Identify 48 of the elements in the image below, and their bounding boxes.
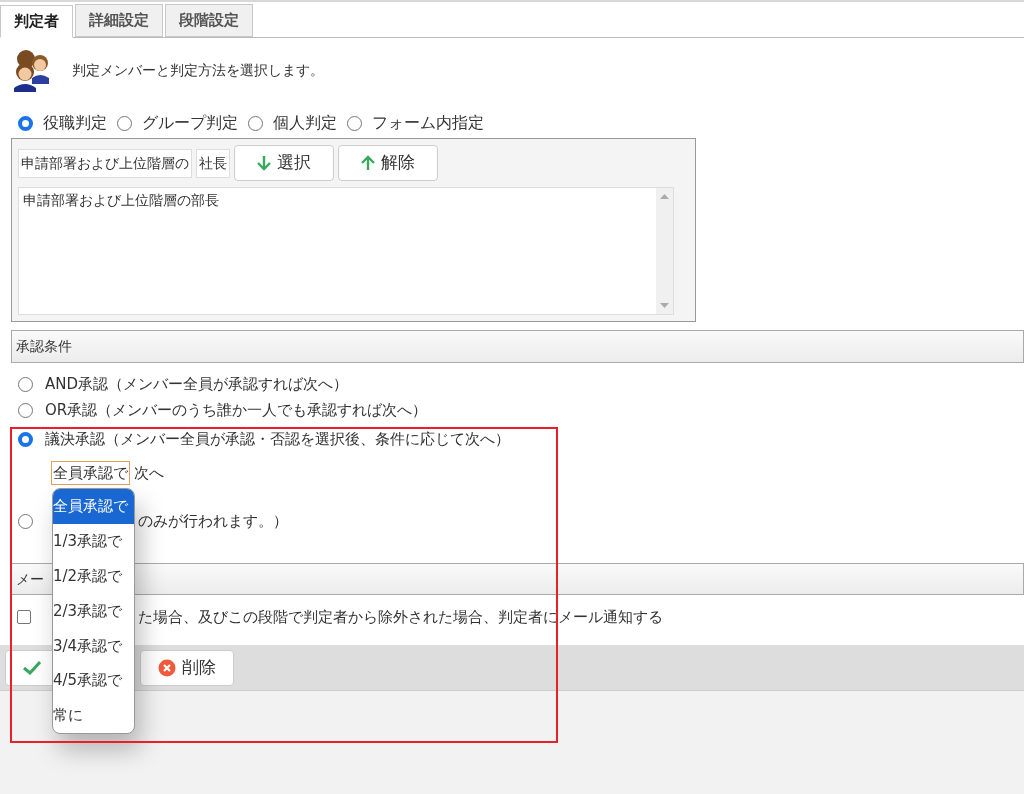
option-label: 議決承認（メンバー全員が承認・否認を選択後、条件に応じて次へ）: [45, 428, 510, 450]
intro-text: 判定メンバーと判定方法を選択します。: [72, 60, 324, 80]
checkbox[interactable]: [17, 610, 31, 624]
radio-button[interactable]: [18, 513, 33, 529]
section-title: 承認条件: [16, 337, 72, 356]
arrow-down-icon: [257, 155, 271, 171]
dropdown-option[interactable]: 1/2承認で: [53, 558, 134, 594]
section-title: メー: [16, 569, 44, 589]
radio-label: フォーム内指定: [372, 112, 484, 134]
list-item[interactable]: 申請部署および上位階層の部長: [23, 190, 652, 211]
option-label: OR承認（メンバーのうち誰か一人でも承認すれば次へ）: [45, 399, 428, 421]
dropdown-option[interactable]: 全員承認で: [53, 489, 134, 524]
option-label: のみが行われます。）: [138, 510, 288, 532]
radio-button[interactable]: [18, 115, 33, 131]
checkbox-label: た場合、及びこの段階で判定者から除外された場合、判定者にメール通知する: [138, 606, 663, 628]
radio-button[interactable]: [18, 376, 33, 392]
radio-button[interactable]: [18, 431, 33, 447]
radio-label: グループ判定: [142, 112, 238, 134]
arrow-up-icon: [361, 155, 375, 171]
radio-label: 個人判定: [273, 112, 337, 134]
radio-button[interactable]: [347, 115, 362, 131]
select-suffix: 次へ: [134, 462, 164, 484]
text-field[interactable]: 申請部署および上位階層の: [18, 148, 192, 178]
dropdown-option[interactable]: 3/4承認で: [53, 628, 134, 664]
scroll-down-icon[interactable]: [660, 303, 669, 308]
dropdown-option[interactable]: 2/3承認で: [53, 593, 134, 629]
condition-select[interactable]: 全員承認で: [51, 460, 130, 486]
dropdown-option[interactable]: 4/5承認で: [53, 663, 134, 699]
radio-button[interactable]: [117, 115, 132, 131]
delete-icon: [158, 658, 176, 677]
radio-label: 役職判定: [43, 112, 107, 134]
dropdown-option[interactable]: 1/3承認で: [53, 523, 134, 559]
people-icon: [12, 48, 52, 92]
tab[interactable]: 判定者: [0, 5, 73, 38]
option-label: AND承認（メンバー全員が承認すれば次へ）: [45, 373, 349, 395]
dropdown-option[interactable]: 常に: [53, 698, 134, 733]
delete-button[interactable]: 削除: [140, 649, 234, 686]
picker-button[interactable]: 選択: [234, 145, 334, 181]
radio-button[interactable]: [248, 115, 263, 131]
member-listbox[interactable]: 申請部署および上位階層の部長: [18, 187, 674, 315]
text-field[interactable]: 社長: [196, 148, 230, 178]
tab[interactable]: 段階設定: [165, 4, 253, 37]
checkmark-icon: [23, 660, 41, 675]
radio-button[interactable]: [18, 402, 33, 418]
tab[interactable]: 詳細設定: [75, 4, 163, 37]
scroll-up-icon[interactable]: [660, 194, 669, 199]
picker-button[interactable]: 解除: [338, 145, 438, 181]
scrollbar[interactable]: [656, 188, 673, 314]
